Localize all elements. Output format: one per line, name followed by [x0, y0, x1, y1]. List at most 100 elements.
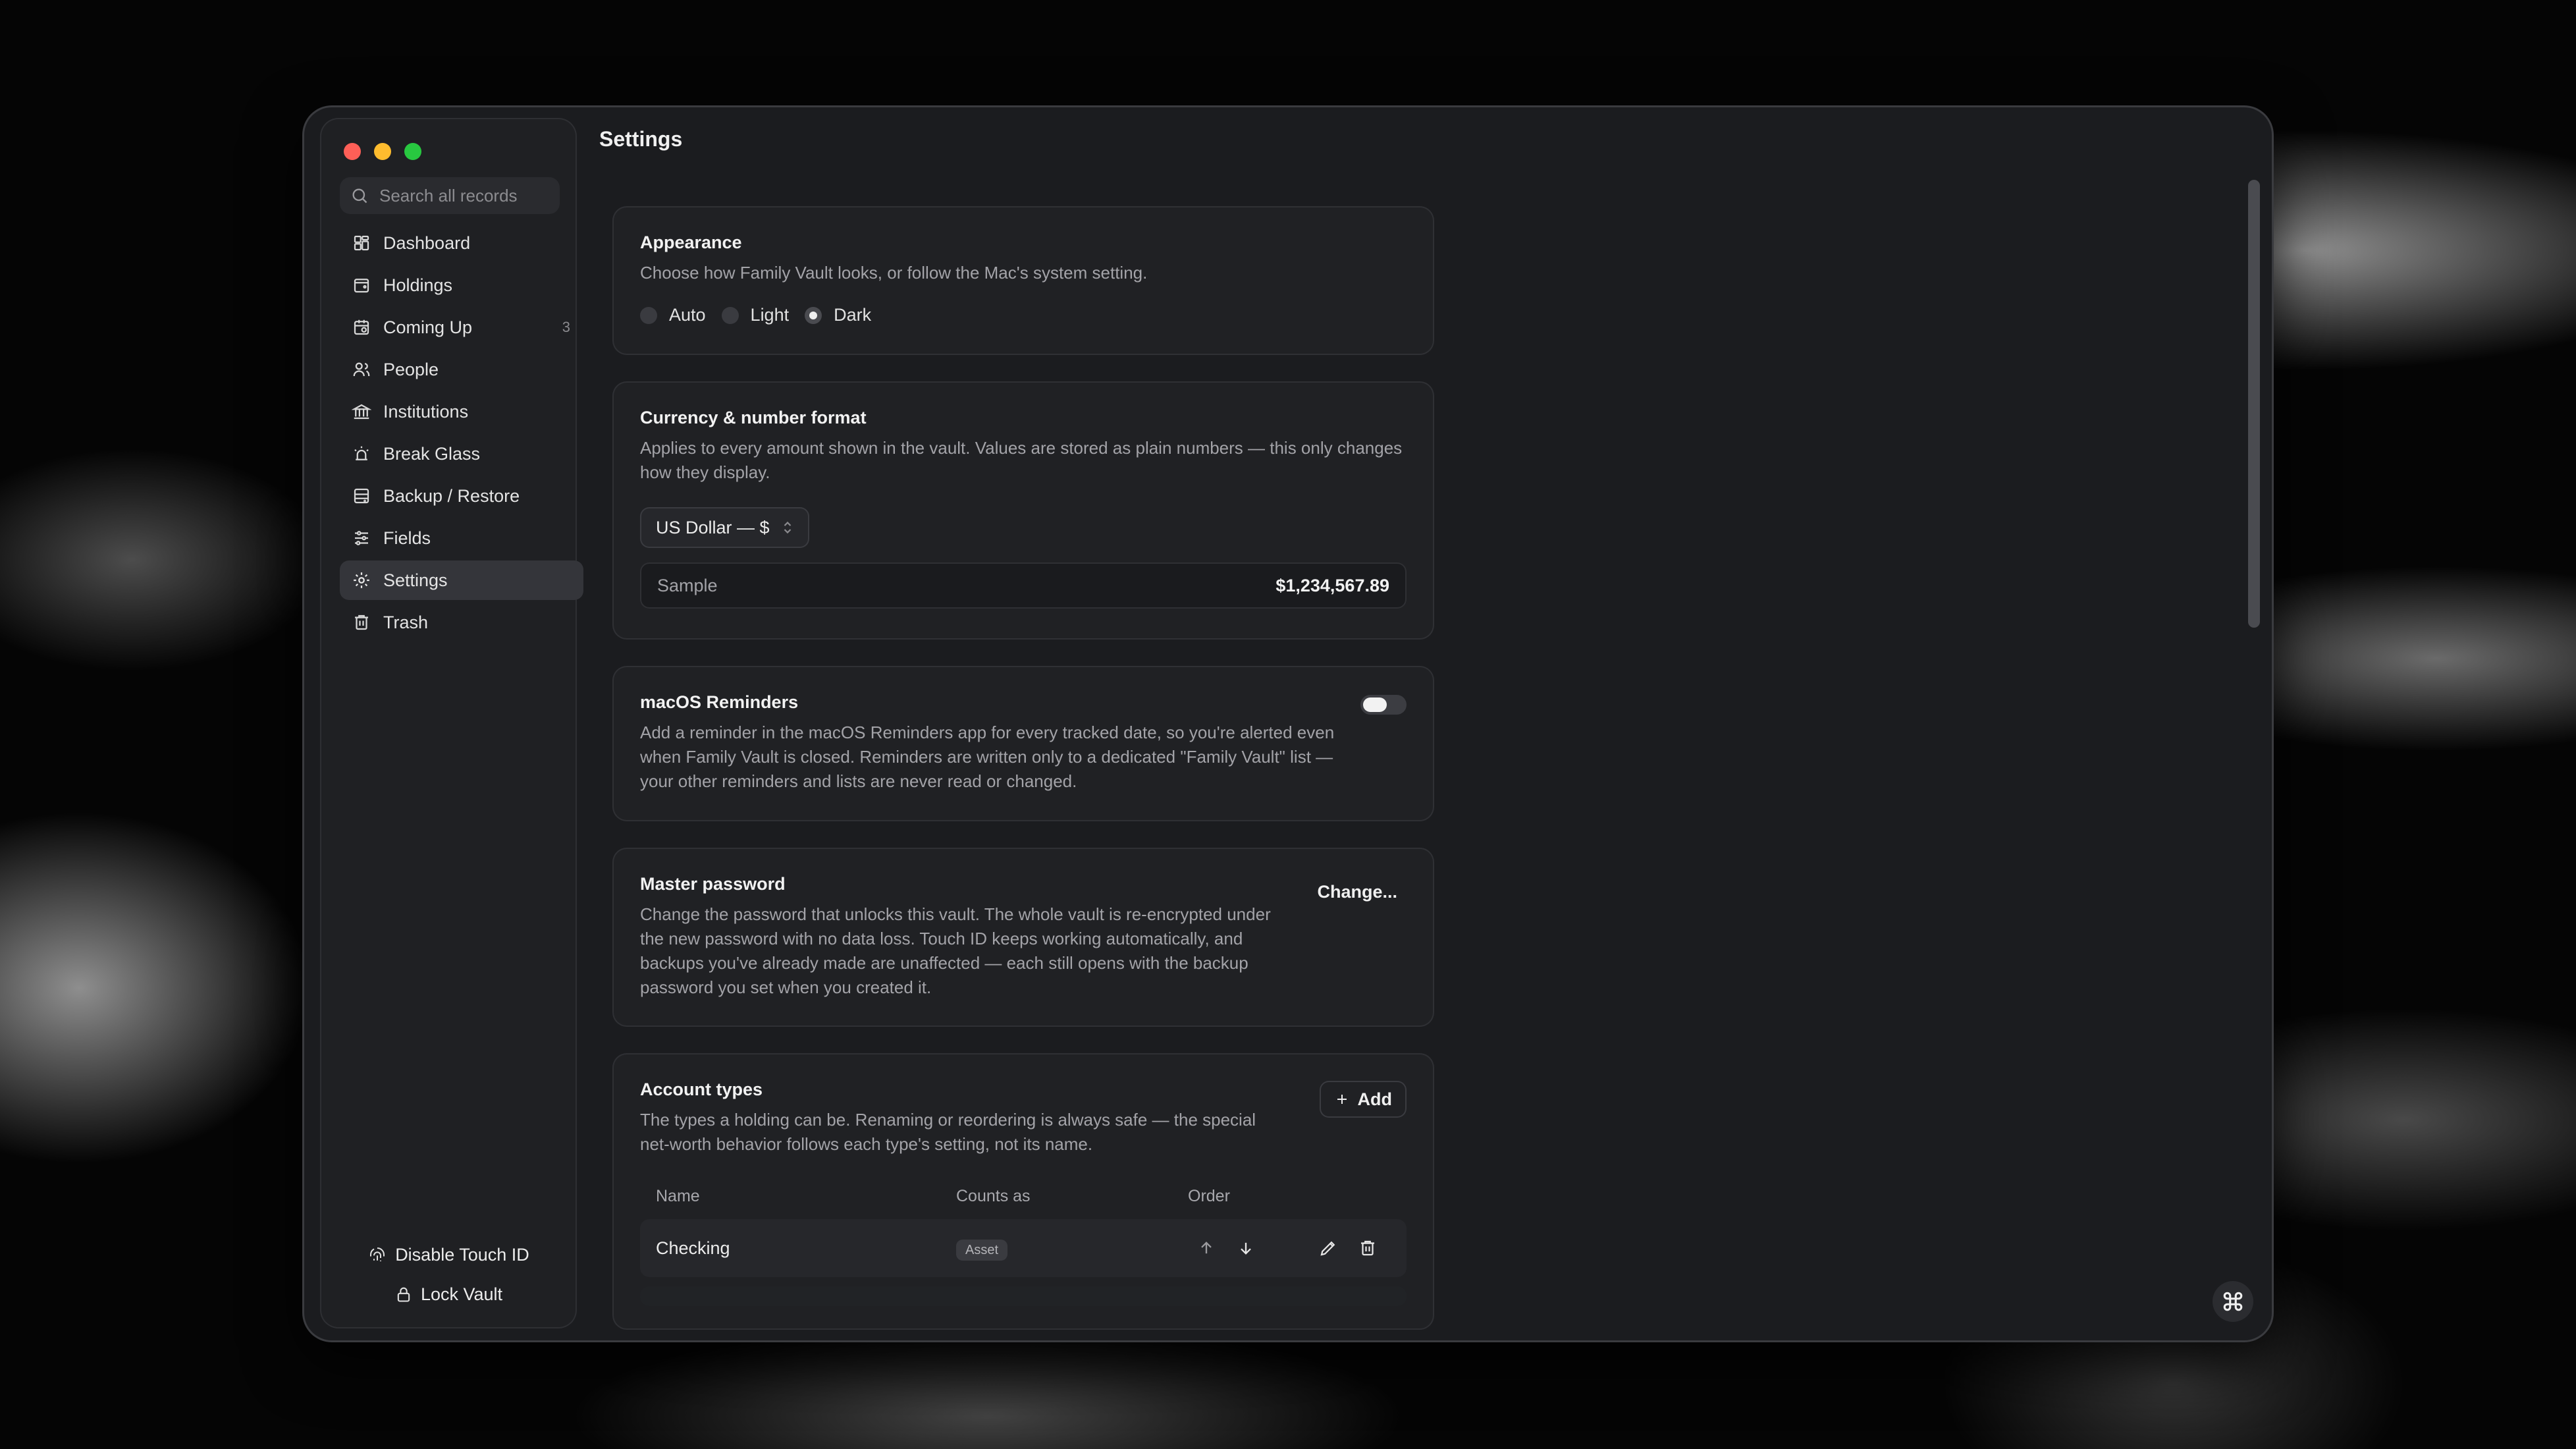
account-types-description: The types a holding can be. Renaming or …	[640, 1110, 1256, 1154]
sidebar-item-people[interactable]: People	[340, 350, 583, 389]
currency-title: Currency & number format	[640, 408, 867, 427]
master-password-title: Master password	[640, 874, 786, 894]
reminders-description: Add a reminder in the macOS Reminders ap…	[640, 723, 1335, 791]
sidebar-item-trash[interactable]: Trash	[340, 603, 583, 642]
page-title: Settings	[599, 127, 683, 151]
corner-action-button[interactable]	[2213, 1281, 2253, 1322]
sidebar-item-break-glass[interactable]: Break Glass	[340, 434, 583, 474]
sidebar-item-coming-up[interactable]: Coming Up 3	[340, 308, 583, 347]
coming-up-count-badge: 3	[562, 319, 570, 335]
radio-label: Auto	[669, 305, 706, 325]
column-counts-as-header: Counts as	[956, 1187, 1031, 1205]
sidebar-item-fields[interactable]: Fields	[340, 518, 583, 558]
minimize-window-button[interactable]	[374, 143, 391, 160]
bank-icon	[352, 404, 371, 420]
table-row-partial	[640, 1286, 1407, 1306]
sidebar-item-label: Fields	[383, 528, 431, 548]
people-icon	[353, 362, 370, 377]
search-input[interactable]	[378, 184, 552, 207]
radio-label: Dark	[834, 305, 872, 325]
calendar-icon	[354, 319, 369, 335]
alarm-icon	[354, 446, 369, 460]
sidebar-item-institutions[interactable]: Institutions	[340, 392, 583, 431]
sidebar-item-label: Institutions	[383, 401, 469, 422]
appearance-card: Appearance Choose how Family Vault looks…	[612, 206, 1434, 355]
column-order-header: Order	[1188, 1187, 1230, 1205]
currency-select[interactable]: US Dollar — $	[640, 507, 809, 548]
add-account-type-button[interactable]: Add	[1320, 1081, 1407, 1118]
close-window-button[interactable]	[344, 143, 361, 160]
appearance-option-auto[interactable]: Auto	[640, 305, 706, 325]
currency-description: Applies to every amount shown in the vau…	[640, 438, 1403, 482]
change-password-button[interactable]: Change...	[1317, 882, 1397, 902]
sample-value: $1,234,567.89	[1275, 575, 1389, 595]
settings-content: Appearance Choose how Family Vault looks…	[612, 206, 1434, 1340]
window-controls	[344, 143, 421, 160]
arrow-down-icon[interactable]	[1237, 1239, 1255, 1257]
lock-vault-button[interactable]: Lock Vault	[320, 1274, 577, 1314]
app-window: Dashboard Holdings Coming Up 3 People In…	[304, 107, 2272, 1340]
sidebar-item-dashboard[interactable]: Dashboard	[340, 223, 583, 263]
radio-button[interactable]	[640, 306, 657, 324]
table-row[interactable]: Checking Asset	[640, 1219, 1407, 1277]
reminders-title: macOS Reminders	[640, 692, 799, 712]
sidebar-item-label: People	[383, 359, 439, 379]
appearance-option-light[interactable]: Light	[721, 305, 790, 325]
appearance-radio-group: Auto Light Dark	[640, 305, 1407, 325]
row-actions	[1318, 1238, 1378, 1258]
zoom-window-button[interactable]	[404, 143, 421, 160]
sample-label: Sample	[657, 575, 718, 595]
sidebar-item-label: Coming Up	[383, 317, 473, 337]
sidebar-item-holdings[interactable]: Holdings	[340, 265, 583, 305]
account-types-card: Account types The types a holding can be…	[612, 1053, 1434, 1330]
pencil-icon[interactable]	[1318, 1238, 1338, 1258]
sidebar-item-label: Holdings	[383, 275, 453, 295]
wallet-icon	[354, 279, 369, 293]
master-password-card: Master password Change the password that…	[612, 848, 1434, 1027]
currency-select-value: US Dollar — $	[656, 517, 770, 537]
radio-label: Light	[750, 305, 790, 325]
sidebar-nav: Dashboard Holdings Coming Up 3 People In…	[340, 223, 583, 645]
sidebar-item-label: Settings	[383, 570, 448, 590]
search-icon	[352, 188, 367, 204]
disable-touch-id-button[interactable]: Disable Touch ID	[320, 1235, 577, 1274]
command-icon	[2223, 1292, 2243, 1311]
sidebar-item-label: Backup / Restore	[383, 485, 520, 506]
column-name-header: Name	[656, 1187, 700, 1205]
trash-icon	[355, 615, 368, 630]
radio-button-selected[interactable]	[805, 306, 822, 324]
arrow-up-icon[interactable]	[1197, 1239, 1216, 1257]
fingerprint-icon	[370, 1247, 385, 1261]
appearance-title: Appearance	[640, 232, 742, 252]
currency-card: Currency & number format Applies to ever…	[612, 381, 1434, 640]
lock-icon	[397, 1287, 410, 1302]
appearance-option-dark[interactable]: Dark	[805, 305, 871, 325]
reminders-card: macOS Reminders Add a reminder in the ma…	[612, 666, 1434, 821]
sidebar-item-label: Break Glass	[383, 443, 481, 464]
account-types-table-header: Name Counts as Order	[640, 1187, 1407, 1206]
radio-button[interactable]	[721, 306, 739, 324]
add-label: Add	[1357, 1089, 1392, 1109]
sidebar-item-label: Trash	[383, 612, 429, 632]
master-password-description: Change the password that unlocks this va…	[640, 904, 1271, 997]
reminders-toggle[interactable]	[1360, 695, 1407, 715]
trash-icon[interactable]	[1358, 1238, 1378, 1258]
lock-vault-label: Lock Vault	[420, 1284, 503, 1304]
sidebar-item-backup-restore[interactable]: Backup / Restore	[340, 476, 583, 516]
sidebar-item-label: Dashboard	[383, 232, 471, 253]
currency-sample: Sample $1,234,567.89	[640, 562, 1407, 609]
account-types-title: Account types	[640, 1080, 763, 1099]
gear-icon	[354, 572, 369, 588]
search-field[interactable]	[340, 177, 560, 214]
sidebar-footer: Disable Touch ID Lock Vault	[320, 1235, 577, 1314]
plus-icon	[1337, 1095, 1347, 1104]
counts-as-badge: Asset	[956, 1239, 1008, 1261]
disable-touch-id-label: Disable Touch ID	[395, 1244, 529, 1265]
database-icon	[354, 488, 369, 504]
appearance-description: Choose how Family Vault looks, or follow…	[640, 263, 1148, 283]
counts-as-cell: Asset	[956, 1238, 1188, 1261]
sidebar-item-settings[interactable]: Settings	[340, 560, 583, 600]
order-controls	[1197, 1239, 1255, 1257]
scrollbar-thumb[interactable]	[2248, 180, 2260, 628]
chevron-up-down-icon	[784, 521, 791, 534]
